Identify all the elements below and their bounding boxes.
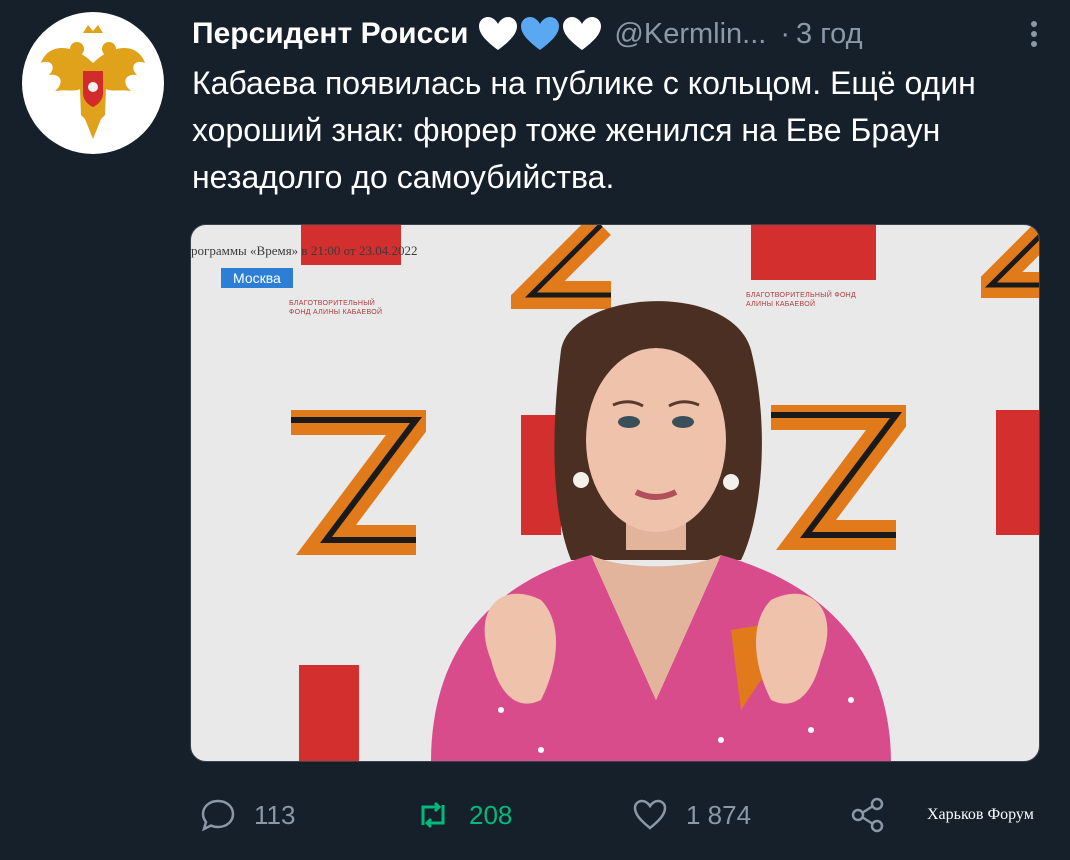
like-count: 1 874 xyxy=(686,799,752,830)
share-button[interactable] xyxy=(850,790,886,840)
white-heart-icon xyxy=(479,17,518,50)
share-icon xyxy=(851,797,884,833)
russian-coat-of-arms-icon xyxy=(41,25,145,139)
author-handle[interactable]: @Kermlin... xyxy=(614,18,766,51)
reply-icon xyxy=(201,799,235,832)
location-label: Москва xyxy=(221,268,293,288)
broadcast-caption: рограммы «Время» в 21:00 от 23.04.2022 xyxy=(191,243,418,258)
z-ribbon-symbol xyxy=(981,225,1039,298)
heart-icon xyxy=(633,799,667,830)
like-button[interactable]: 1 874 xyxy=(632,790,751,840)
heart-emojis xyxy=(478,16,602,52)
retweet-count: 208 xyxy=(469,799,513,830)
retweet-button[interactable]: 208 xyxy=(415,790,512,840)
tweet-time[interactable]: 3 год xyxy=(796,18,863,51)
tweet-media[interactable]: БЛАГОТВОРИТЕЛЬНЫЙ ФОНД АЛИНЫ КАБАЕВОЙ БЛ… xyxy=(190,224,1040,762)
red-banner xyxy=(751,225,876,280)
tweet-header: Персидент Роисси @Kermlin... · 3 год xyxy=(192,12,1052,56)
avatar[interactable] xyxy=(22,12,164,154)
fund-label: БЛАГОТВОРИТЕЛЬНЫЙ ФОНД АЛИНЫ КАБАЕВОЙ xyxy=(289,300,383,316)
person-figure xyxy=(431,301,891,761)
time-separator: · xyxy=(780,17,791,50)
blue-heart-icon xyxy=(521,17,560,50)
red-banner xyxy=(299,665,359,761)
reply-button[interactable]: 113 xyxy=(200,790,295,840)
reply-count: 113 xyxy=(254,799,296,830)
tweet-text: Кабаева появилась на публике с кольцом. … xyxy=(192,65,976,195)
white-heart-icon xyxy=(563,17,602,50)
display-name[interactable]: Персидент Роисси xyxy=(192,17,468,51)
retweet-icon xyxy=(421,801,445,829)
red-banner xyxy=(996,410,1039,535)
more-options-icon[interactable] xyxy=(1016,16,1052,52)
watermark: Харьков Форум xyxy=(927,806,1034,823)
